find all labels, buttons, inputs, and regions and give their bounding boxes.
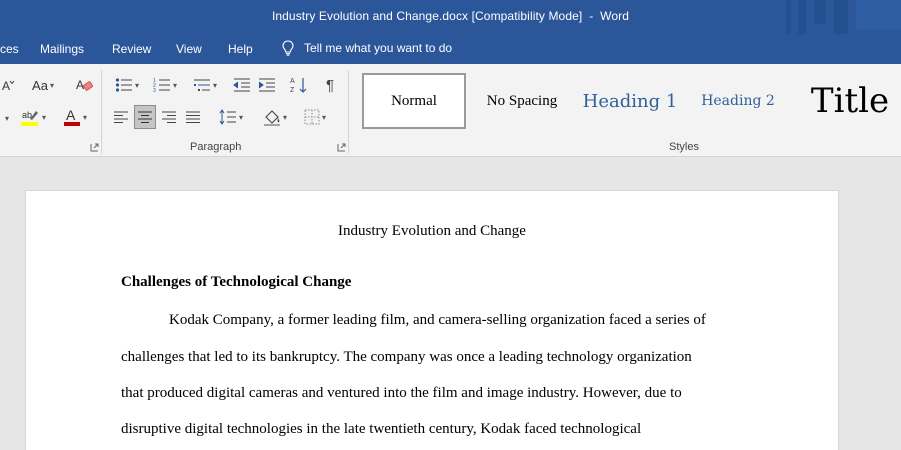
svg-text:Z: Z: [290, 87, 295, 94]
chevron-down-icon: ▾: [212, 80, 217, 90]
chevron-down-icon: ▾: [82, 112, 87, 122]
borders-icon: [304, 109, 320, 125]
chevron-down-icon: ▾: [134, 80, 139, 90]
body-text-line: challenges that led to its bankruptcy. T…: [121, 349, 692, 365]
tell-me-label: Tell me what you want to do: [304, 41, 453, 55]
document-area: Industry Evolution and Change Challenges…: [0, 158, 901, 450]
style-heading-1[interactable]: Heading 1: [576, 73, 684, 129]
numbering-icon: 1 2 3: [153, 78, 170, 93]
chevron-down-icon: ▾: [282, 112, 287, 122]
body-text-line: disruptive digital technologies in the l…: [121, 421, 642, 437]
styles-gallery: Normal No Spacing Heading 1 Heading 2 Ti…: [360, 70, 901, 134]
svg-text:A: A: [2, 79, 10, 92]
body-text-line: that produced digital cameras and ventur…: [121, 385, 682, 401]
highlighter-icon: ab: [20, 110, 38, 126]
multilevel-list-icon: [193, 79, 210, 91]
line-spacing-icon: [219, 109, 236, 125]
justify-button[interactable]: [182, 106, 204, 128]
align-left-button[interactable]: [110, 106, 132, 128]
justify-icon: [186, 111, 200, 123]
decrease-indent-icon: [233, 78, 250, 92]
chevron-down-icon: ▾: [49, 80, 54, 90]
change-case-icon: Aa: [32, 77, 48, 93]
sort-icon: A Z: [290, 78, 307, 94]
bullets-button[interactable]: ▾: [110, 74, 144, 96]
lightbulb-icon: [282, 40, 294, 56]
borders-button[interactable]: ▾: [298, 106, 332, 128]
decrease-indent-button[interactable]: [232, 74, 252, 96]
document-name: Industry Evolution and Change.docx: [271, 9, 469, 23]
ribbon-tabs: ces Mailings Review View Help Tell me wh…: [0, 34, 901, 64]
clear-formatting-icon: A: [76, 78, 93, 92]
shrink-font-button[interactable]: A: [0, 74, 16, 96]
section-heading: Challenges of Technological Change: [121, 274, 352, 290]
change-case-button[interactable]: Aa ▾: [28, 74, 58, 96]
tell-me-box[interactable]: Tell me what you want to do: [282, 40, 452, 56]
align-left-icon: [114, 111, 128, 123]
document-page[interactable]: Industry Evolution and Change Challenges…: [25, 190, 839, 450]
compatibility-mode-label: [Compatibility Mode]: [471, 9, 583, 23]
style-normal[interactable]: Normal: [362, 73, 466, 129]
tab-review[interactable]: Review: [112, 42, 151, 56]
increase-indent-icon: [258, 78, 275, 92]
multilevel-list-button[interactable]: ▾: [188, 74, 222, 96]
body-text-line: Kodak Company, a former leading film, an…: [169, 312, 706, 328]
bullets-icon: [115, 78, 132, 92]
tab-references[interactable]: ces: [0, 42, 19, 56]
app-name: Word: [600, 9, 630, 23]
font-color-button[interactable]: A ▾: [58, 106, 92, 128]
font-dropdown-chevron[interactable]: ▾: [0, 107, 12, 129]
paragraph-group-label: Paragraph: [190, 141, 242, 153]
ribbon: A Aa ▾ A ▾ ab ▾ A ▾ ▾ 1 2 3 ▾ ▾ A Z ¶ ▾ …: [0, 64, 901, 157]
show-formatting-button[interactable]: ¶: [320, 74, 340, 96]
align-right-button[interactable]: [158, 106, 180, 128]
group-separator: [101, 70, 102, 154]
style-no-spacing[interactable]: No Spacing: [478, 73, 566, 129]
font-dialog-launcher-icon[interactable]: [90, 143, 99, 152]
chevron-down-icon: ▾: [238, 112, 243, 122]
svg-text:A: A: [66, 107, 76, 123]
align-center-button[interactable]: [134, 105, 156, 129]
chevron-down-icon: ▾: [172, 80, 177, 90]
styles-group-label: Styles: [669, 141, 699, 153]
align-center-icon: [138, 111, 152, 123]
window-title: Industry Evolution and Change.docx [Comp…: [0, 9, 901, 23]
tab-view[interactable]: View: [176, 42, 202, 56]
highlight-color-button[interactable]: ab ▾: [18, 106, 48, 128]
shrink-font-icon: A: [2, 79, 15, 92]
svg-text:A: A: [290, 78, 295, 85]
document-title: Industry Evolution and Change: [338, 223, 526, 239]
numbering-button[interactable]: 1 2 3 ▾: [148, 74, 182, 96]
increase-indent-button[interactable]: [257, 74, 277, 96]
shading-button[interactable]: ▾: [258, 106, 292, 128]
align-right-icon: [162, 111, 176, 123]
tab-help[interactable]: Help: [228, 42, 253, 56]
chevron-down-icon: ▾: [321, 112, 326, 122]
tab-mailings[interactable]: Mailings: [40, 42, 84, 56]
style-heading-2[interactable]: Heading 2: [696, 73, 780, 129]
shading-bucket-icon: [263, 110, 280, 126]
chevron-down-icon: ▾: [41, 112, 46, 122]
chevron-down-icon: ▾: [4, 113, 9, 123]
sort-button[interactable]: A Z: [289, 74, 309, 96]
svg-text:3: 3: [153, 88, 156, 93]
pilcrow-icon: ¶: [325, 76, 335, 94]
font-color-icon: A: [63, 107, 80, 126]
title-bar: Industry Evolution and Change.docx [Comp…: [0, 0, 901, 34]
group-separator: [348, 70, 349, 154]
clear-formatting-button[interactable]: A: [74, 74, 94, 96]
paragraph-dialog-launcher-icon[interactable]: [337, 143, 346, 152]
style-title[interactable]: Title: [800, 73, 900, 129]
svg-text:A: A: [76, 78, 84, 92]
line-spacing-button[interactable]: ▾: [214, 106, 248, 128]
